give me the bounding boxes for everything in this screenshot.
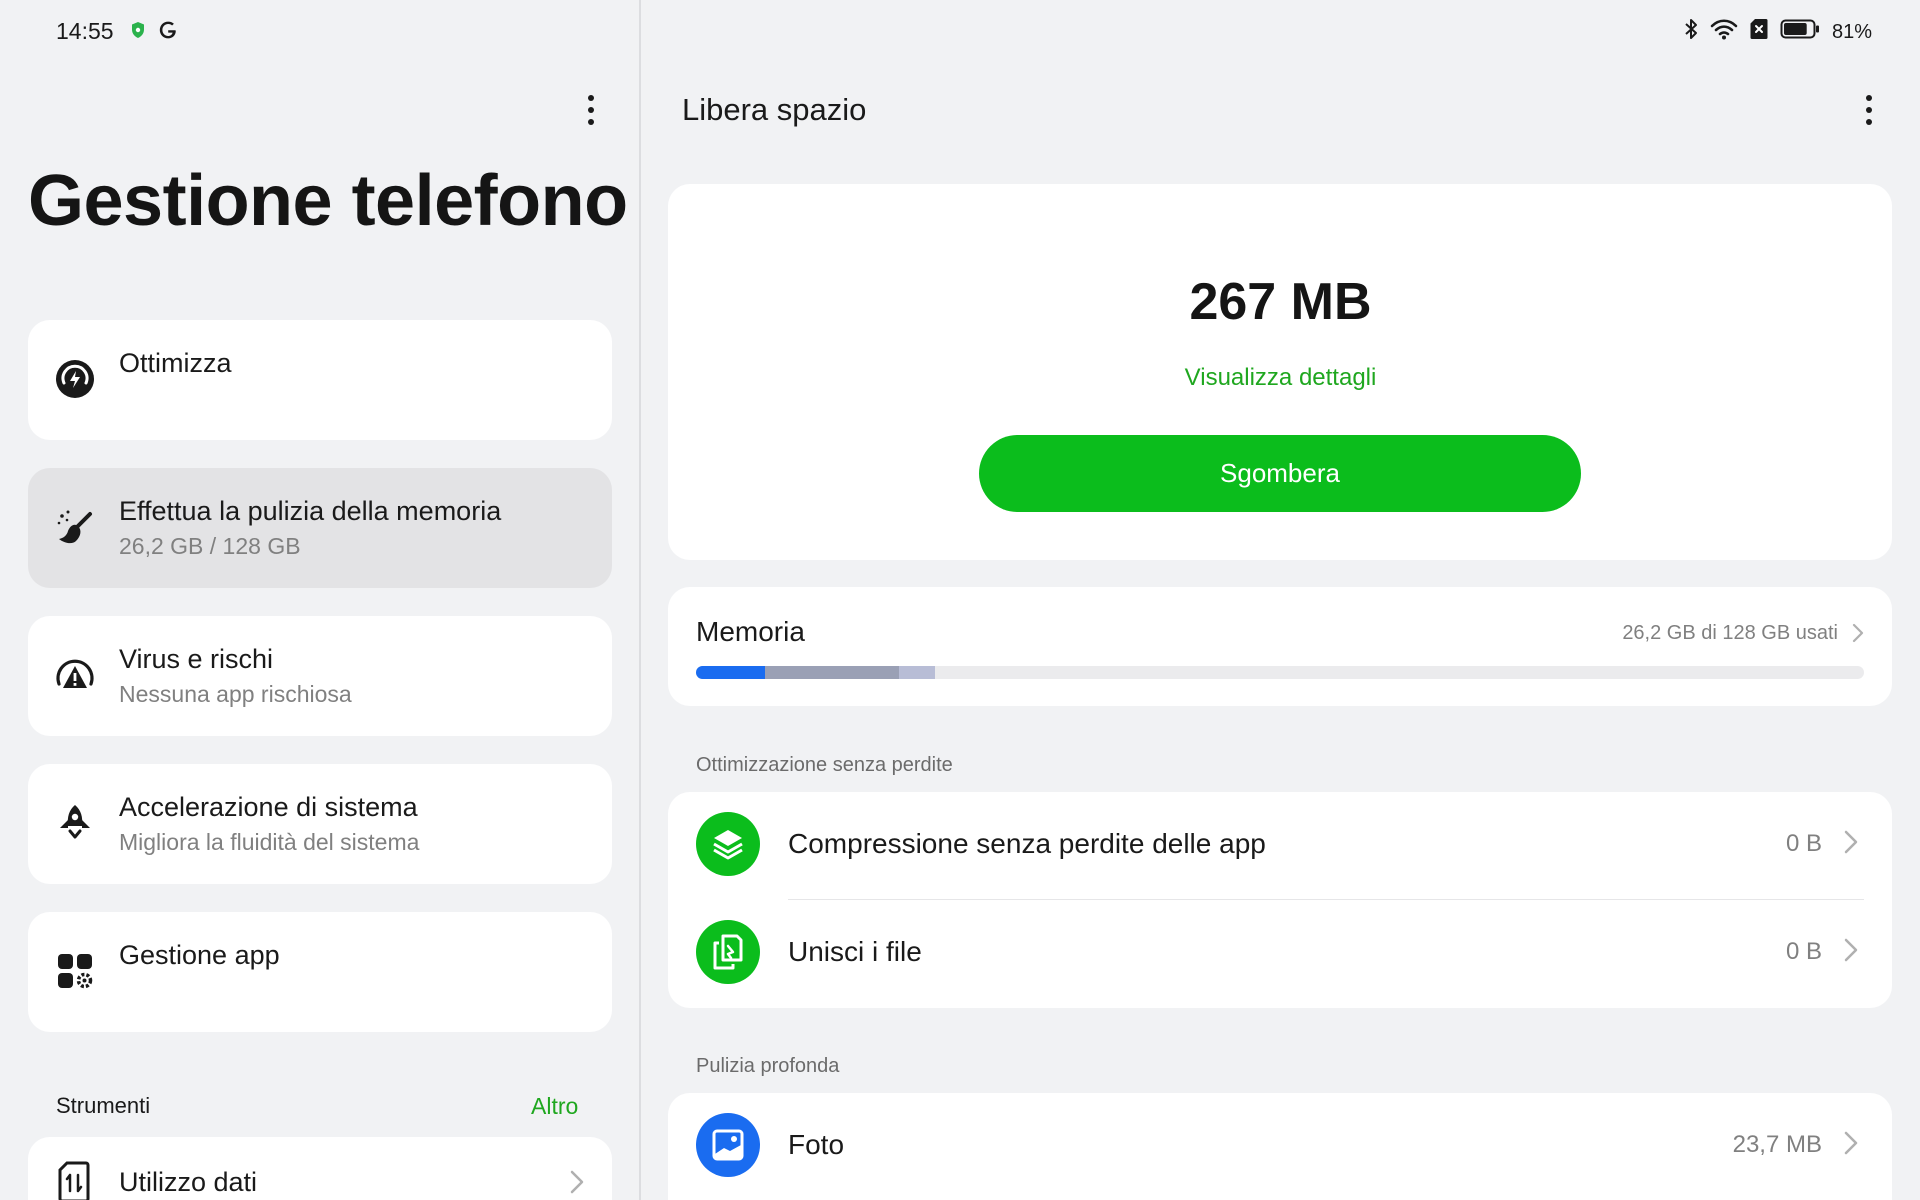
memory-segment-0 [696, 666, 765, 679]
chevron-right-icon [1844, 1131, 1858, 1160]
data-usage-title: Utilizzo dati [119, 1167, 258, 1197]
memory-segment-1 [764, 666, 900, 679]
list-item-app-compression[interactable]: Compressione senza perdite delle app 0 B [668, 792, 1892, 896]
app-management-title: Gestione app [119, 940, 280, 970]
clean-up-button[interactable]: Sgombera [979, 435, 1581, 512]
tools-more-link[interactable]: Altro [531, 1093, 578, 1120]
optimize-card[interactable]: Ottimizza [28, 320, 612, 440]
chevron-right-icon [570, 1170, 584, 1199]
battery-fill [1783, 23, 1807, 35]
optimize-icon [54, 358, 96, 400]
left-pane: 14:55 Gestione telefono Ottimizza Effett… [0, 0, 639, 1200]
layers-icon [696, 812, 760, 876]
lossless-card: Compressione senza perdite delle app 0 B… [668, 792, 1892, 1008]
chevron-right-icon [1844, 830, 1858, 859]
google-icon [158, 20, 178, 45]
right-pane: 81% Libera spazio 267 MB Visualizza dett… [641, 0, 1920, 1200]
virus-risks-title: Virus e rischi [119, 644, 274, 674]
status-time: 14:55 [56, 18, 114, 44]
memory-cleanup-card[interactable]: Effettua la pulizia della memoria 26,2 G… [28, 468, 612, 588]
dot-icon [588, 119, 594, 125]
dot-icon [588, 95, 594, 101]
memory-cleanup-subtitle: 26,2 GB / 128 GB [119, 533, 301, 559]
rocket-icon [54, 802, 96, 844]
dot-icon [1866, 119, 1872, 125]
status-right-icons: 81% [1684, 18, 1872, 46]
app-title: Gestione telefono [28, 161, 628, 241]
security-shield-icon [130, 21, 146, 44]
list-item-value: 23,7 MB [1732, 1131, 1822, 1158]
tools-section-label: Strumenti [56, 1093, 151, 1118]
list-item-value: 0 B [1785, 830, 1822, 857]
view-details-link[interactable]: Visualizza dettagli [641, 364, 1920, 392]
app-management-card[interactable]: Gestione app [28, 912, 612, 1032]
system-acceleration-card[interactable]: Accelerazione di sistema Migliora la flu… [28, 764, 612, 884]
memory-title: Memoria [696, 616, 805, 647]
system-acceleration-title: Accelerazione di sistema [119, 792, 418, 822]
virus-risks-card[interactable]: Virus e rischi Nessuna app rischiosa [28, 616, 612, 736]
no-sim-icon [1750, 18, 1768, 46]
system-acceleration-subtitle: Migliora la fluidità del sistema [119, 829, 420, 855]
chevron-right-icon [1852, 623, 1864, 648]
memory-used-text: 26,2 GB di 128 GB usati [1622, 622, 1838, 644]
junk-size: 267 MB [1189, 273, 1372, 331]
left-more-options-button[interactable] [579, 90, 603, 130]
dot-icon [588, 107, 594, 113]
wifi-icon [1710, 18, 1738, 46]
dot-icon [1866, 107, 1872, 113]
warning-shield-icon [54, 654, 96, 696]
optimize-title: Ottimizza [119, 348, 232, 378]
list-item-photos[interactable]: Foto 23,7 MB [668, 1093, 1892, 1197]
list-item-merge-files[interactable]: Unisci i file 0 B [668, 900, 1892, 1004]
list-item-label: Compressione senza perdite delle app [788, 828, 1266, 859]
data-usage-icon [58, 1161, 90, 1200]
list-item-value: 0 B [1785, 938, 1822, 965]
dot-icon [1866, 95, 1872, 101]
deep-clean-section-label: Pulizia profonda [696, 1055, 840, 1077]
status-left-icons [130, 20, 178, 45]
memory-card[interactable] [668, 587, 1892, 706]
data-usage-card[interactable]: Utilizzo dati [28, 1137, 612, 1200]
deep-clean-card: Foto 23,7 MB [668, 1093, 1892, 1200]
bluetooth-icon [1684, 18, 1698, 46]
battery-icon [1780, 19, 1820, 45]
memory-cleanup-title: Effettua la pulizia della memoria [119, 496, 502, 526]
list-item-label: Foto [788, 1129, 845, 1160]
chevron-right-icon [1844, 938, 1858, 967]
list-item-label: Unisci i file [788, 936, 922, 967]
lossless-section-label: Ottimizzazione senza perdite [696, 754, 953, 776]
battery-percent: 81% [1831, 20, 1872, 43]
apps-grid-icon [54, 950, 96, 992]
page-title: Libera spazio [682, 92, 867, 127]
memory-segment-2 [899, 666, 936, 679]
broom-icon [54, 506, 96, 548]
files-icon [696, 920, 760, 984]
memory-usage-bar [696, 666, 1864, 679]
photo-icon [696, 1113, 760, 1177]
right-more-options-button[interactable] [1857, 90, 1881, 130]
virus-risks-subtitle: Nessuna app rischiosa [119, 681, 352, 707]
